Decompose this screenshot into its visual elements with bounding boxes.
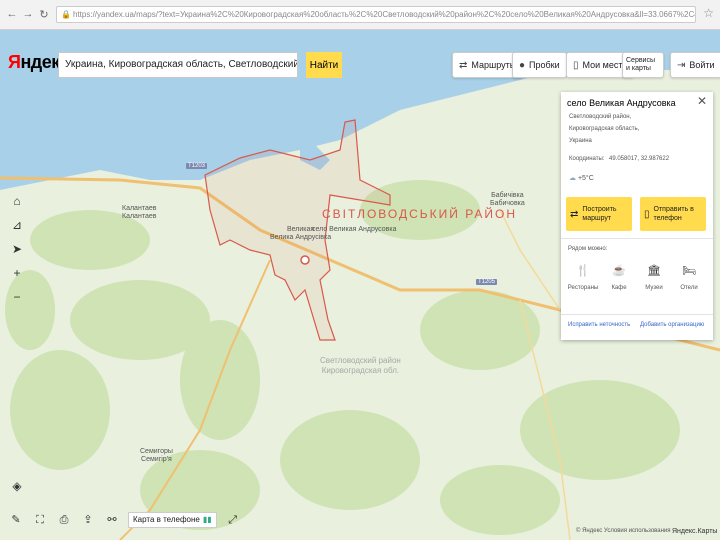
zoom-out-icon[interactable]: − <box>8 288 26 306</box>
category-label: Отели <box>680 285 698 291</box>
send-to-phone-button[interactable]: ▯ Отправить в телефон <box>640 197 706 231</box>
coords-value[interactable]: 49.058017, 32.987622 <box>609 156 669 162</box>
category-label: Рестораны <box>567 285 599 291</box>
find-button[interactable]: Найти <box>306 52 342 78</box>
place-label-line: Семигір'я <box>141 456 172 463</box>
route-icon: ⇄ <box>459 59 468 71</box>
traffic-icon: ● <box>519 59 526 71</box>
place-label-line: село Великая Андрусовка <box>312 226 397 233</box>
region-label-line-1: Светловодский район <box>320 356 401 365</box>
place-label-line: Калантаев <box>122 205 157 212</box>
category-museums[interactable]: 🏛 Музеи <box>637 264 671 291</box>
build-route-button[interactable]: ⇄ Построить маршрут <box>566 197 632 231</box>
build-route-label: Построить маршрут <box>582 206 617 222</box>
place-label-village-full[interactable]: село Великая Андрусовка <box>312 226 397 234</box>
panorama-icon[interactable]: ⛶ <box>32 512 48 528</box>
traffic-label: Пробки <box>529 60 560 70</box>
home-icon[interactable]: ⌂ <box>8 192 26 210</box>
divider <box>561 238 713 239</box>
road-number-badge: Т1203 <box>186 163 208 169</box>
district-title: СВІТЛОВОДСЬКИЙ РАЙОН <box>322 207 518 221</box>
services-button[interactable]: Сервисы и карты <box>622 52 664 78</box>
forward-icon[interactable]: → <box>20 8 36 20</box>
place-label-line: Велика Андрусівка <box>270 234 332 241</box>
place-label-semigory[interactable]: Семигоры Семигір'я <box>140 448 173 464</box>
logo-letter: Я <box>8 52 21 72</box>
print-icon[interactable]: ⎙ <box>56 512 72 528</box>
bookmark-star-icon[interactable]: ☆ <box>703 6 714 20</box>
category-cafe[interactable]: ☕ Кафе <box>602 264 636 291</box>
restaurant-icon: 🍴 <box>576 265 590 277</box>
hotel-icon: 🛏 <box>682 265 696 277</box>
place-address-line: Украина <box>569 138 592 144</box>
category-restaurants[interactable]: 🍴 Рестораны <box>566 264 600 291</box>
region-label-line-2: Кировоградская обл. <box>321 366 400 375</box>
place-label-babichivka[interactable]: Бабичівка Бабичовка <box>490 192 525 208</box>
route-icon: ⇄ <box>570 208 579 220</box>
my-places-label: Мои места <box>582 60 628 70</box>
place-label-line: Бабичовка <box>490 200 525 207</box>
zoom-in-icon[interactable]: + <box>8 264 26 282</box>
weather-value: +5°C <box>577 175 594 182</box>
fix-error-link[interactable]: Исправить неточность <box>568 322 630 328</box>
place-label-kalantaev[interactable]: Калантаев Калантаев <box>122 205 156 221</box>
layers-icon[interactable]: ◈ <box>8 477 26 495</box>
divider <box>561 314 713 315</box>
routes-label: Маршруты <box>471 60 517 70</box>
link-icon[interactable]: ⚯ <box>104 512 120 528</box>
weather: ☁ +5°C <box>569 174 594 182</box>
fullscreen-icon[interactable]: ⤢ <box>225 512 241 528</box>
pencil-icon[interactable]: ✎ <box>8 512 24 528</box>
bookmark-icon: ▯ <box>573 59 579 71</box>
browser-toolbar: ← → ↻ 🔒 https://yandex.ua/maps/?text=Укр… <box>0 0 720 30</box>
category-label: Кафе <box>611 285 627 291</box>
close-icon[interactable]: ✕ <box>697 94 707 108</box>
place-label-line: Семигоры <box>140 448 173 455</box>
address-bar[interactable]: 🔒 https://yandex.ua/maps/?text=Украина%2… <box>56 6 696 23</box>
region-label: Светловодский район Кировоградская обл. <box>320 356 401 376</box>
services-label: Сервисы и карты <box>626 57 656 72</box>
address-bar-text: https://yandex.ua/maps/?text=Украина%2C%… <box>73 10 696 19</box>
village-marker <box>300 255 310 265</box>
phone-map-label: Карта в телефоне <box>133 515 200 524</box>
login-button[interactable]: ⇥ Войти <box>670 52 720 78</box>
road-number-badge: Т1205 <box>476 279 498 285</box>
phone-icon: ▯ <box>644 208 650 220</box>
phone-map-button[interactable]: Карта в телефоне ▮▮ <box>128 512 217 528</box>
place-title: село Великая Андрусовка <box>567 98 676 108</box>
maps-logo: Яндекс.Карты <box>672 528 718 535</box>
nearby-label: Рядом можно: <box>568 246 608 252</box>
app-store-icons: ▮▮ <box>202 515 212 524</box>
map-controls: ⌂ ⊿ ➤ + − <box>8 192 26 312</box>
place-label-line: Бабичівка <box>491 192 524 199</box>
ruler-icon[interactable]: ⊿ <box>8 216 26 234</box>
museum-icon: 🏛 <box>647 265 661 277</box>
map-topbar: Яндекс Украина, Кировоградская область, … <box>0 36 720 86</box>
cloud-icon: ☁ <box>569 175 576 182</box>
reload-icon[interactable]: ↻ <box>36 8 52 21</box>
bottom-toolbar: ✎ ⛶ ⎙ ⇪ ⚯ Карта в телефоне ▮▮ ⤢ <box>8 510 241 530</box>
place-address-line: Светловодский район, <box>569 114 632 120</box>
place-label-line: Калантаев <box>122 213 157 220</box>
category-label: Музеи <box>645 285 663 291</box>
search-input[interactable]: Украина, Кировоградская область, Светлов… <box>58 52 298 78</box>
coords-label: Координаты: <box>569 156 605 162</box>
category-hotels[interactable]: 🛏 Отели <box>672 264 706 291</box>
login-icon: ⇥ <box>677 59 686 71</box>
back-icon[interactable]: ← <box>4 8 20 20</box>
cafe-icon: ☕ <box>612 265 626 277</box>
login-label: Войти <box>689 60 715 70</box>
traffic-button[interactable]: ● Пробки <box>512 52 567 78</box>
share-icon[interactable]: ⇪ <box>80 512 96 528</box>
send-to-phone-label: Отправить в телефон <box>653 206 694 222</box>
locate-icon[interactable]: ➤ <box>8 240 26 258</box>
place-address-line: Кировоградская область, <box>569 126 640 132</box>
copyright[interactable]: © Яндекс Условия использования <box>576 528 671 534</box>
secure-lock-icon: 🔒 <box>61 10 71 19</box>
add-organization-link[interactable]: Добавить организацию <box>640 322 704 328</box>
